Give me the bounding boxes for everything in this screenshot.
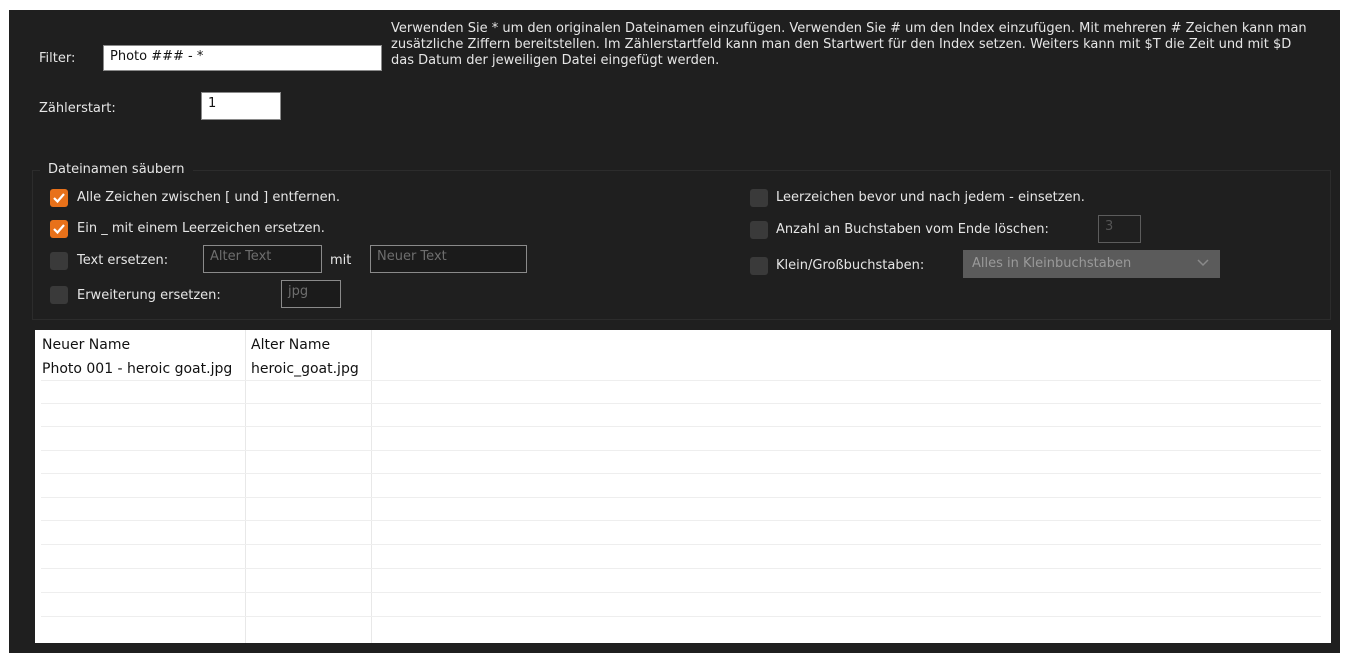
with-label: mit (330, 253, 352, 268)
old-text-input[interactable]: Alter Text (203, 245, 322, 273)
delete-chars-label: Anzahl an Buchstaben vom Ende löschen: (776, 222, 1049, 237)
counter-label: Zählerstart: (39, 101, 116, 116)
case-checkbox[interactable] (750, 257, 768, 275)
filter-input[interactable]: Photo ### - * (103, 45, 382, 71)
column-header-old-name[interactable]: Alter Name (251, 337, 330, 353)
column-divider (245, 330, 246, 643)
cleanup-group-title: Dateinamen säubern (40, 162, 193, 177)
cell-new-name: Photo 001 - heroic goat.jpg (42, 361, 233, 377)
row-divider (41, 450, 1321, 451)
spaces-dash-checkbox[interactable] (750, 189, 768, 207)
checkmark-icon (53, 224, 65, 235)
row-divider (41, 592, 1321, 593)
row-divider (41, 403, 1321, 404)
case-select[interactable]: Alles in Kleinbuchstaben (963, 250, 1220, 278)
replace-text-label: Text ersetzen: (77, 253, 169, 268)
replace-extension-checkbox[interactable] (50, 286, 68, 304)
delete-chars-input[interactable]: 3 (1098, 215, 1141, 243)
spaces-dash-label: Leerzeichen bevor und nach jedem - einse… (776, 190, 1085, 205)
counter-input[interactable]: 1 (201, 92, 281, 120)
new-text-input[interactable]: Neuer Text (370, 245, 527, 273)
replace-underscore-checkbox[interactable] (50, 220, 68, 238)
row-divider (41, 616, 1321, 617)
case-label: Klein/Großbuchstaben: (776, 258, 925, 273)
chevron-down-icon (1197, 259, 1209, 267)
replace-extension-label: Erweiterung ersetzen: (77, 288, 221, 303)
checkmark-icon (53, 193, 65, 204)
cell-old-name: heroic_goat.jpg (251, 361, 359, 377)
row-divider (41, 497, 1321, 498)
replace-text-checkbox[interactable] (50, 252, 68, 270)
delete-chars-checkbox[interactable] (750, 221, 768, 239)
case-select-value: Alles in Kleinbuchstaben (972, 256, 1132, 271)
column-divider (371, 330, 372, 643)
row-divider (41, 568, 1321, 569)
extension-input[interactable]: jpg (281, 280, 341, 308)
replace-underscore-label: Ein _ mit einem Leerzeichen ersetzen. (77, 221, 325, 236)
file-table[interactable]: Neuer Name Alter Name Photo 001 - heroic… (35, 330, 1331, 643)
remove-brackets-checkbox[interactable] (50, 189, 68, 207)
help-text: Verwenden Sie * um den originalen Datein… (391, 21, 1307, 68)
row-divider (41, 520, 1321, 521)
row-divider (41, 380, 1321, 381)
row-divider (41, 473, 1321, 474)
row-divider (41, 426, 1321, 427)
row-divider (41, 544, 1321, 545)
filter-label: Filter: (39, 51, 76, 66)
column-header-new-name[interactable]: Neuer Name (42, 337, 130, 353)
remove-brackets-label: Alle Zeichen zwischen [ und ] entfernen. (77, 190, 341, 205)
